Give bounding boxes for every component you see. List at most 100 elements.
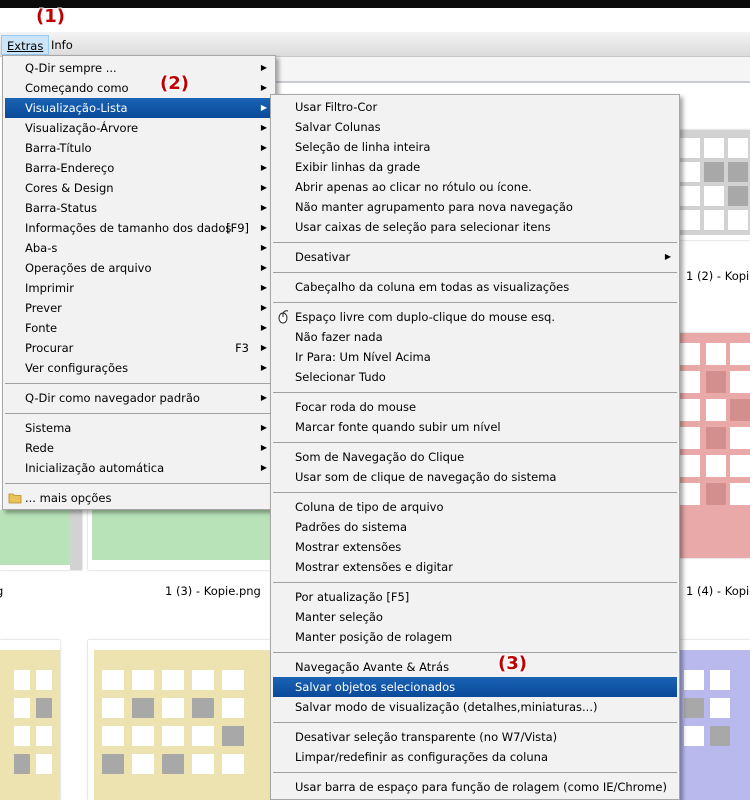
menu-item-desativar[interactable]: Desativar ▶ xyxy=(273,247,677,267)
submenu-arrow-icon: ▶ xyxy=(260,63,267,72)
menu-item-usar-som-sistema[interactable]: Usar som de clique de navegação do siste… xyxy=(273,467,677,487)
submenu-arrow-icon: ▶ xyxy=(260,263,267,272)
menu-item-abas[interactable]: Aba-s ▶ xyxy=(5,238,273,258)
submenu-arrow-icon: ▶ xyxy=(260,123,267,132)
thumbnail-left-green[interactable] xyxy=(0,510,82,570)
menu-item-nao-fazer-nada[interactable]: Não fazer nada xyxy=(273,327,677,347)
menu-bar: Extras Info xyxy=(0,32,750,57)
menu-item-informacoes-tamanho[interactable]: Informações de tamanho dos dados [F9] ▶ xyxy=(5,218,273,238)
menu-item-espaco-livre-duplo-clique[interactable]: Espaço livre com duplo-clique do mouse e… xyxy=(273,307,677,327)
shortcut-label: F3 xyxy=(235,341,249,355)
menu-item-navegador-padrao[interactable]: Q-Dir como navegador padrão ▶ xyxy=(5,388,273,408)
menu-extras[interactable]: Extras xyxy=(1,35,50,55)
thumbnail-1-4[interactable] xyxy=(680,333,750,558)
menu-separator xyxy=(273,242,677,243)
menu-item-usar-filtro-cor[interactable]: Usar Filtro-Cor xyxy=(273,97,677,117)
mouse-icon xyxy=(276,310,290,324)
menu-item-mais-opcoes[interactable]: ... mais opções xyxy=(5,488,273,508)
submenu-arrow-icon: ▶ xyxy=(260,243,267,252)
menu-item-ver-configuracoes[interactable]: Ver configurações ▶ xyxy=(5,358,273,378)
menu-item-rede[interactable]: Rede ▶ xyxy=(5,438,273,458)
annotation-2: (2) xyxy=(160,73,189,94)
menu-item-salvar-colunas[interactable]: Salvar Colunas xyxy=(273,117,677,137)
menu-item-barra-status[interactable]: Barra-Status ▶ xyxy=(5,198,273,218)
menu-item-cabecalho-coluna[interactable]: Cabeçalho da coluna em todas as visualiz… xyxy=(273,277,677,297)
menu-item-selecao-linha-inteira[interactable]: Seleção de linha inteira xyxy=(273,137,677,157)
address-toolbar xyxy=(270,57,750,83)
thumbnail-caption-1-3: 1 (3) - Kopie.png xyxy=(165,584,261,598)
menu-item-manter-posicao-rolagem[interactable]: Manter posição de rolagem xyxy=(273,627,677,647)
menu-separator xyxy=(273,582,677,583)
menu-item-usar-caixas-selecao[interactable]: Usar caixas de seleção para selecionar i… xyxy=(273,217,677,237)
menu-separator xyxy=(273,652,677,653)
submenu-arrow-icon: ▶ xyxy=(260,423,267,432)
window-top-edge xyxy=(0,0,750,8)
submenu-arrow-icon: ▶ xyxy=(260,283,267,292)
submenu-arrow-icon: ▶ xyxy=(260,393,267,402)
thumbnail-caption-1-4: 1 (4) - Kopie xyxy=(686,584,750,598)
menu-item-salvar-objetos-selecionados[interactable]: Salvar objetos selecionados xyxy=(273,677,677,697)
menu-item-visualizacao-arvore[interactable]: Visualização-Árvore ▶ xyxy=(5,118,273,138)
menu-item-exibir-linhas-grade[interactable]: Exibir linhas da grade xyxy=(273,157,677,177)
menu-item-barra-endereco[interactable]: Barra-Endereço ▶ xyxy=(5,158,273,178)
menu-separator xyxy=(273,492,677,493)
menu-item-inicializacao[interactable]: Inicialização automática ▶ xyxy=(5,458,273,478)
thumbnail-1-3[interactable] xyxy=(88,510,270,570)
menu-item-operacoes-arquivo[interactable]: Operações de arquivo ▶ xyxy=(5,258,273,278)
menu-item-sistema[interactable]: Sistema ▶ xyxy=(5,418,273,438)
menu-item-desativar-selecao-transparente[interactable]: Desativar seleção transparente (no W7/Vi… xyxy=(273,727,677,747)
menu-item-coluna-tipo-arquivo[interactable]: Coluna de tipo de arquivo xyxy=(273,497,677,517)
menu-item-som-navegacao-clique[interactable]: Som de Navegação do Clique xyxy=(273,447,677,467)
menu-item-imprimir[interactable]: Imprimir ▶ xyxy=(5,278,273,298)
menu-separator xyxy=(273,442,677,443)
menu-item-barra-titulo[interactable]: Barra-Título ▶ xyxy=(5,138,273,158)
menu-item-visualizacao-lista[interactable]: Visualização-Lista ▶ xyxy=(5,98,273,118)
menu-item-procurar[interactable]: Procurar F3 ▶ xyxy=(5,338,273,358)
menu-item-selecionar-tudo[interactable]: Selecionar Tudo xyxy=(273,367,677,387)
menu-item-por-atualizacao[interactable]: Por atualização [F5] xyxy=(273,587,677,607)
submenu-arrow-icon: ▶ xyxy=(260,463,267,472)
menu-item-marcar-fonte[interactable]: Marcar fonte quando subir um nível xyxy=(273,417,677,437)
annotation-3: (3) xyxy=(498,653,527,674)
menu-item-mostrar-extensoes[interactable]: Mostrar extensões xyxy=(273,537,677,557)
shortcut-label: [F9] xyxy=(226,221,249,235)
menu-item-nao-manter-agrupamento[interactable]: Não manter agrupamento para nova navegaç… xyxy=(273,197,677,217)
menu-separator xyxy=(273,722,677,723)
menu-item-manter-selecao[interactable]: Manter seleção xyxy=(273,607,677,627)
thumbnail-bottom-yellow[interactable] xyxy=(88,640,270,800)
menu-item-limpar-redefinir-coluna[interactable]: Limpar/redefinir as configurações da col… xyxy=(273,747,677,767)
submenu-arrow-icon: ▶ xyxy=(260,143,267,152)
menu-item-focar-roda-mouse[interactable]: Focar roda do mouse xyxy=(273,397,677,417)
menu-item-prever[interactable]: Prever ▶ xyxy=(5,298,273,318)
menu-item-cores-design[interactable]: Cores & Design ▶ xyxy=(5,178,273,198)
submenu-arrow-icon: ▶ xyxy=(260,163,267,172)
menu-item-mostrar-extensoes-digitar[interactable]: Mostrar extensões e digitar xyxy=(273,557,677,577)
submenu-arrow-icon: ▶ xyxy=(260,223,267,232)
menu-item-salvar-modo-visualizacao[interactable]: Salvar modo de visualização (detalhes,mi… xyxy=(273,697,677,717)
thumbnail-1-2[interactable] xyxy=(680,130,750,240)
menu-info[interactable]: Info xyxy=(46,35,78,55)
list-view-submenu: Usar Filtro-Cor Salvar Colunas Seleção d… xyxy=(270,94,680,800)
menu-item-qdir-sempre[interactable]: Q-Dir sempre ... ▶ xyxy=(5,58,273,78)
menu-item-comecando-como[interactable]: Começando como ▶ xyxy=(5,78,273,98)
menu-separator xyxy=(273,772,677,773)
menu-item-navegacao-avante-atras[interactable]: Navegação Avante & Atrás xyxy=(273,657,677,677)
menu-item-abrir-apenas[interactable]: Abrir apenas ao clicar no rótulo ou ícon… xyxy=(273,177,677,197)
annotation-1: (1) xyxy=(36,6,65,27)
thumbnail-bottom-blue[interactable] xyxy=(680,640,750,800)
thumbnail-left-yellow[interactable] xyxy=(0,640,60,800)
submenu-arrow-icon: ▶ xyxy=(260,303,267,312)
submenu-arrow-icon: ▶ xyxy=(260,323,267,332)
submenu-arrow-icon: ▶ xyxy=(260,203,267,212)
thumbnail-caption-left: g xyxy=(0,584,3,598)
menu-item-padroes-sistema[interactable]: Padrões do sistema xyxy=(273,517,677,537)
menu-item-ir-para-nivel-acima[interactable]: Ir Para: Um Nível Acima xyxy=(273,347,677,367)
menu-separator xyxy=(273,272,677,273)
menu-item-fonte[interactable]: Fonte ▶ xyxy=(5,318,273,338)
menu-item-usar-barra-espaco[interactable]: Usar barra de espaço para função de rola… xyxy=(273,777,677,797)
submenu-arrow-icon: ▶ xyxy=(664,252,671,261)
extras-menu: Q-Dir sempre ... ▶ Começando como ▶ Visual… xyxy=(2,55,276,510)
menu-separator xyxy=(5,483,273,484)
submenu-arrow-icon: ▶ xyxy=(260,103,267,112)
menu-separator xyxy=(5,413,273,414)
